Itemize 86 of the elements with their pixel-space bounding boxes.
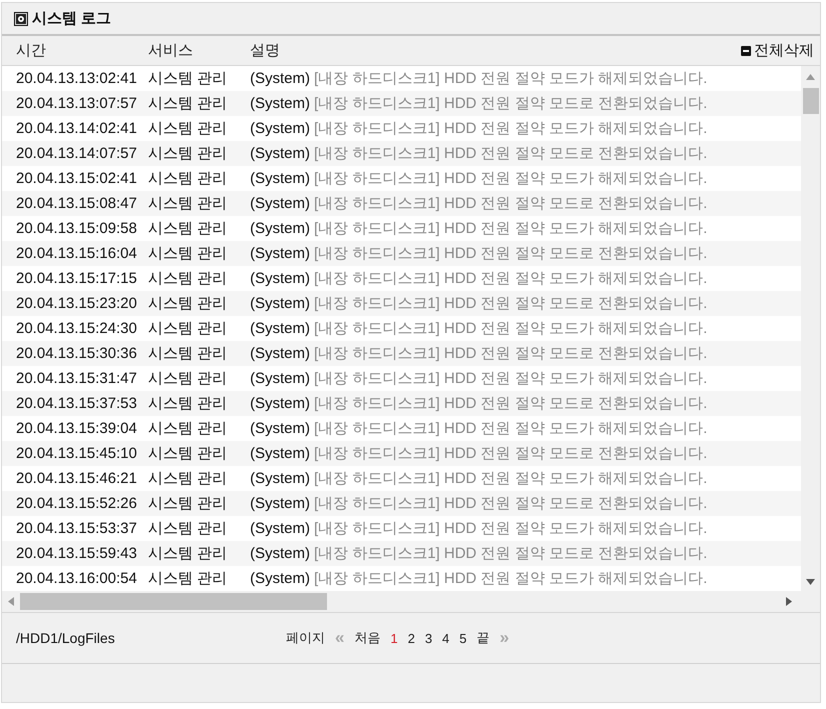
time-cell-text: 20.04.13.15:52:26 <box>15 495 138 512</box>
description-cell: (System) [내장 하드디스크1] HDD 전원 절약 모드가 해제되었습니다. <box>250 119 708 138</box>
service-cell-text: 시스템 관리 <box>148 169 228 188</box>
time-cell-text: 20.04.13.15:24:30 <box>15 320 138 337</box>
description-cell: (System) [내장 하드디스크1] HDD 전원 절약 모드로 전환되었습니다. <box>250 394 708 413</box>
time-cell-text: 20.04.13.15:31:47 <box>15 370 138 387</box>
service-cell-text: 시스템 관리 <box>148 294 228 313</box>
description-cell: (System) [내장 하드디스크1] HDD 전원 절약 모드로 전환되었습니다. <box>250 194 708 213</box>
time-cell-text: 20.04.13.15:16:04 <box>15 245 138 262</box>
panel-title: 시스템 로그 <box>32 9 112 28</box>
column-header: 설명 <box>250 41 281 60</box>
page-label: 페이지 <box>286 629 325 647</box>
gear-icon <box>14 12 28 26</box>
service-cell-text: 시스템 관리 <box>148 69 228 88</box>
time-cell-text: 20.04.13.14:02:41 <box>15 120 138 137</box>
page-button[interactable]: 1 <box>390 630 398 646</box>
description-cell: (System) [내장 하드디스크1] HDD 전원 절약 모드가 해제되었습니다. <box>250 419 708 438</box>
description-cell: (System) [내장 하드디스크1] HDD 전원 절약 모드가 해제되었습니다. <box>250 519 708 538</box>
time-cell-text: 20.04.13.15:37:53 <box>15 395 138 412</box>
service-cell-text: 시스템 관리 <box>148 419 228 438</box>
service-cell-text: 시스템 관리 <box>148 494 228 513</box>
service-cell-text: 시스템 관리 <box>148 519 228 538</box>
time-cell-text: 20.04.13.13:02:41 <box>15 70 138 87</box>
description-cell: (System) [내장 하드디스크1] HDD 전원 절약 모드가 해제되었습니다. <box>250 69 708 88</box>
service-cell-text: 시스템 관리 <box>148 219 228 238</box>
page-button[interactable]: 4 <box>442 630 450 646</box>
time-cell-text: 20.04.13.15:02:41 <box>15 170 138 187</box>
service-cell-text: 시스템 관리 <box>148 469 228 488</box>
service-cell-text: 시스템 관리 <box>148 369 228 388</box>
description-cell: (System) [내장 하드디스크1] HDD 전원 절약 모드가 해제되었습니다. <box>250 169 708 188</box>
scroll-thumb[interactable] <box>803 88 819 114</box>
time-cell-text: 20.04.13.15:39:04 <box>15 420 138 437</box>
description-cell: (System) [내장 하드디스크1] HDD 전원 절약 모드로 전환되었습니다. <box>250 444 708 463</box>
scroll-down-icon[interactable] <box>806 579 815 585</box>
service-cell-text: 시스템 관리 <box>148 244 228 263</box>
log-path: /HDD1/LogFiles <box>15 630 116 646</box>
time-cell-text: 20.04.13.15:59:43 <box>15 545 138 562</box>
minus-icon <box>741 46 751 56</box>
service-cell-text: 시스템 관리 <box>148 119 228 138</box>
service-cell-text: 시스템 관리 <box>148 269 228 288</box>
page-button[interactable]: 2 <box>408 630 415 646</box>
column-header: 서비스 <box>148 41 194 60</box>
service-cell-text: 시스템 관리 <box>148 94 228 113</box>
delete-all-button[interactable]: 전체삭제 <box>741 41 814 60</box>
description-cell: (System) [내장 하드디스크1] HDD 전원 절약 모드가 해제되었습니다. <box>250 569 708 588</box>
description-cell: (System) [내장 하드디스크1] HDD 전원 절약 모드로 전환되었습니다. <box>250 344 708 363</box>
last-page-button[interactable]: 끝 <box>476 629 490 647</box>
horizontal-scrollbar[interactable] <box>2 591 820 613</box>
service-cell-text: 시스템 관리 <box>148 194 228 213</box>
description-cell: (System) [내장 하드디스크1] HDD 전원 절약 모드가 해제되었습니다. <box>250 269 708 288</box>
service-cell-text: 시스템 관리 <box>148 569 228 588</box>
time-cell-text: 20.04.13.15:17:15 <box>15 270 138 287</box>
service-cell-text: 시스템 관리 <box>148 344 228 363</box>
time-cell-text: 20.04.13.13:07:57 <box>15 95 138 112</box>
description-cell: (System) [내장 하드디스크1] HDD 전원 절약 모드가 해제되었습니다. <box>250 219 708 238</box>
page-button[interactable]: 5 <box>459 630 467 646</box>
description-cell: (System) [내장 하드디스크1] HDD 전원 절약 모드가 해제되었습니다. <box>250 469 708 488</box>
time-cell-text: 20.04.13.16:00:54 <box>15 570 138 587</box>
service-cell-text: 시스템 관리 <box>148 444 228 463</box>
description-cell: (System) [내장 하드디스크1] HDD 전원 절약 모드로 전환되었습니다. <box>250 494 708 513</box>
description-cell: (System) [내장 하드디스크1] HDD 전원 절약 모드로 전환되었습니다. <box>250 94 708 113</box>
time-cell-text: 20.04.13.15:30:36 <box>15 345 138 362</box>
description-cell: (System) [내장 하드디스크1] HDD 전원 절약 모드가 해제되었습니다. <box>250 369 708 388</box>
time-cell-text: 20.04.13.15:08:47 <box>15 195 138 212</box>
scroll-left-icon[interactable] <box>8 597 14 606</box>
service-cell-text: 시스템 관리 <box>148 319 228 338</box>
page-button[interactable]: 3 <box>424 630 432 646</box>
time-cell-text: 20.04.13.15:53:37 <box>15 520 138 537</box>
time-cell-text: 20.04.13.15:09:58 <box>15 220 138 237</box>
service-cell-text: 시스템 관리 <box>148 144 228 163</box>
time-cell-text: 20.04.13.15:45:10 <box>15 445 138 462</box>
scroll-up-icon[interactable] <box>806 74 815 80</box>
time-cell-text: 20.04.13.14:07:57 <box>15 145 138 162</box>
scroll-thumb[interactable] <box>20 593 327 610</box>
description-cell: (System) [내장 하드디스크1] HDD 전원 절약 모드가 해제되었습니다. <box>250 319 708 338</box>
description-cell: (System) [내장 하드디스크1] HDD 전원 절약 모드로 전환되었습니다. <box>250 144 708 163</box>
time-cell-text: 20.04.13.15:46:21 <box>15 470 138 487</box>
column-header: 시간 <box>15 41 47 60</box>
first-page-button[interactable]: 처음 <box>354 629 380 647</box>
description-cell: (System) [내장 하드디스크1] HDD 전원 절약 모드로 전환되었습니다. <box>250 544 708 563</box>
service-cell-text: 시스템 관리 <box>148 394 228 413</box>
service-cell-text: 시스템 관리 <box>148 544 228 563</box>
time-cell-text: 20.04.13.15:23:20 <box>15 295 138 312</box>
description-cell: (System) [내장 하드디스크1] HDD 전원 절약 모드로 전환되었습니다. <box>250 244 708 263</box>
scroll-right-icon[interactable] <box>786 597 792 606</box>
description-cell: (System) [내장 하드디스크1] HDD 전원 절약 모드로 전환되었습니다. <box>250 294 708 313</box>
